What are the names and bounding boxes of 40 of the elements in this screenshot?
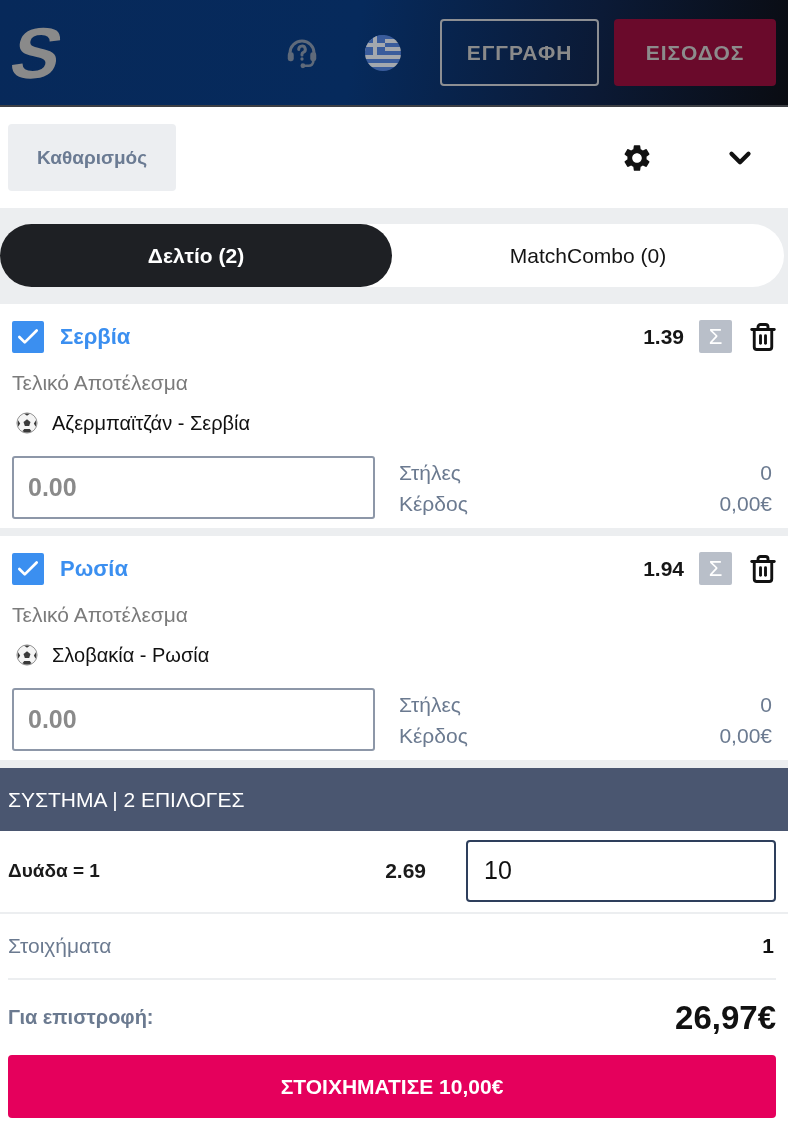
clear-button[interactable]: Καθαρισμός [8, 124, 176, 191]
odds: 1.39 [643, 324, 684, 349]
place-bet-button[interactable]: ΣΤΟΙΧΗΜΑΤΙΣΕ 10,00€ [8, 1055, 776, 1118]
login-button[interactable]: ΕΙΣΟΔΟΣ [614, 19, 776, 86]
summary-label: Για επιστροφή: [8, 1006, 154, 1029]
flag-icon[interactable] [365, 34, 401, 71]
event-name: Σλοβακία - Ρωσία [52, 643, 210, 667]
stat-value: 0,00€ [719, 490, 772, 517]
stat-label: Κέρδος [399, 490, 468, 517]
stat-label: Στήλες [399, 459, 461, 486]
system-label: Δυάδα = 1 [8, 859, 100, 882]
stat-value: 0 [760, 691, 772, 718]
logo[interactable]: S [4, 16, 70, 89]
checkbox[interactable] [12, 552, 44, 585]
football-icon [16, 644, 38, 666]
market-name: Τελικό Αποτέλεσμα [12, 602, 189, 628]
trash-icon[interactable] [748, 321, 778, 352]
register-button[interactable]: ΕΓΓΡΑΦΗ [440, 19, 599, 86]
stat-value: 0,00€ [719, 722, 772, 749]
tab[interactable]: MatchCombo (0) [392, 224, 784, 287]
selection-name: Σερβία [60, 323, 131, 350]
market-name: Τελικό Αποτέλεσμα [12, 370, 189, 396]
summary-value: 1 [762, 934, 774, 958]
selection-name: Ρωσία [60, 555, 128, 582]
stat-value: 0 [760, 459, 772, 486]
stat-label: Στήλες [399, 691, 461, 718]
trash-icon[interactable] [748, 553, 778, 584]
stake-input[interactable]: 0.00 [12, 456, 375, 519]
odds: 1.94 [643, 556, 684, 581]
system-odds: 2.69 [385, 858, 426, 883]
section-header: ΣΥΣΤΗΜΑ | 2 ΕΠΙΛΟΓΕΣ [0, 768, 788, 831]
stake-input[interactable]: 10 [466, 839, 776, 902]
summary-label: Στοιχήματα [8, 934, 112, 958]
stake-input[interactable]: 0.00 [12, 688, 375, 751]
event-name: Αζερμπαϊτζάν - Σερβία [52, 411, 251, 435]
tab[interactable]: Δελτίο (2) [0, 224, 392, 287]
stat-label: Κέρδος [399, 722, 468, 749]
checkbox[interactable] [12, 320, 44, 353]
summary-value: 26,97€ [675, 998, 776, 1037]
football-icon [16, 412, 38, 434]
